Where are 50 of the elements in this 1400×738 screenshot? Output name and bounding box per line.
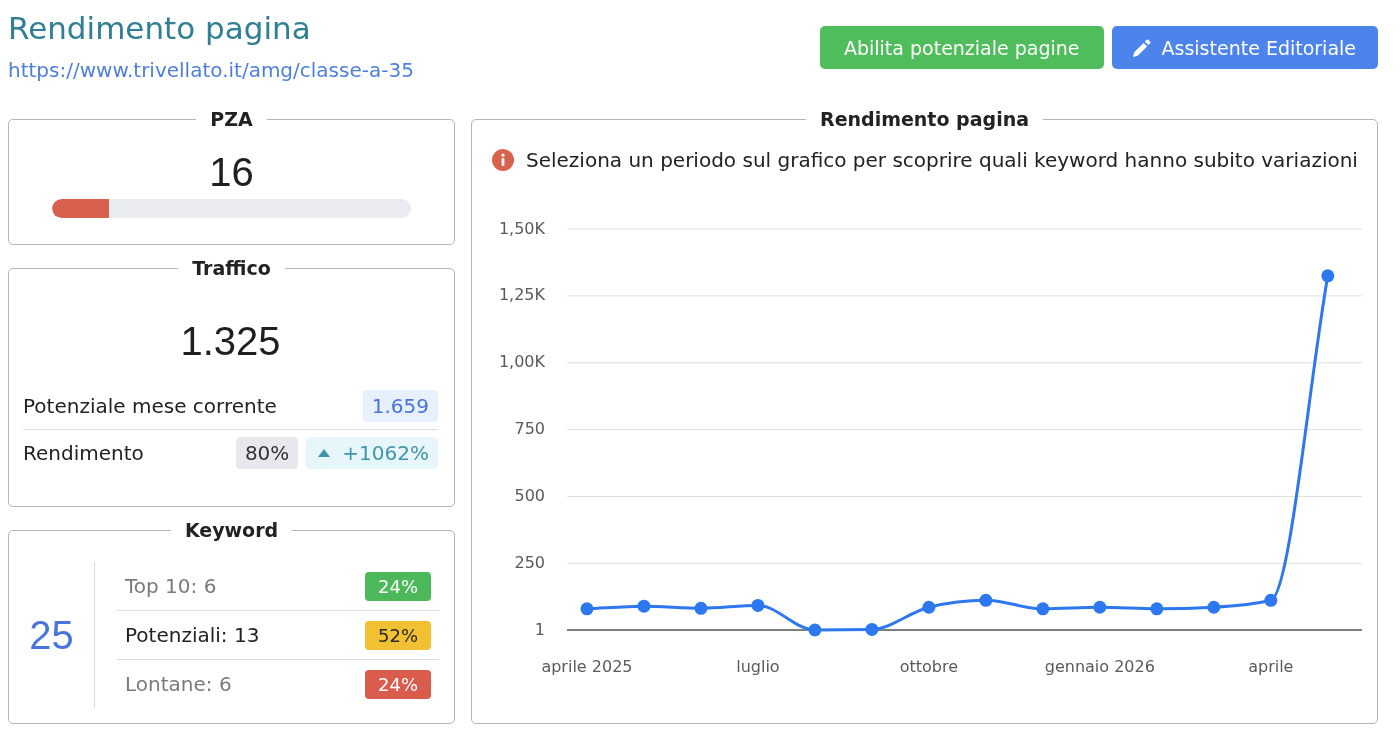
pza-score: 16 bbox=[209, 149, 254, 196]
metric-badge: 80% bbox=[235, 437, 299, 469]
data-point[interactable] bbox=[808, 623, 822, 637]
keyword-group-label: Top 10: 6 bbox=[125, 574, 217, 598]
panel-title: PZA bbox=[209, 108, 254, 130]
page-url-link[interactable]: https://www.trivellato.it/amg/classe-a-35 bbox=[8, 58, 414, 82]
metric-label: Rendimento bbox=[23, 441, 145, 465]
assistant-button[interactable]: Assistente Editoriale bbox=[1111, 26, 1378, 69]
data-point[interactable] bbox=[1093, 600, 1107, 614]
keyword-group-label: Lontane: 6 bbox=[125, 672, 232, 696]
x-axis-label: aprile 2025 bbox=[541, 656, 633, 676]
metric-label: Potenziale mese corrente bbox=[23, 394, 278, 418]
data-point[interactable] bbox=[694, 601, 708, 615]
share-badge: 24% bbox=[365, 669, 431, 699]
y-axis-label: 250 bbox=[514, 552, 545, 572]
data-point[interactable] bbox=[865, 622, 879, 636]
keyword-total: 25 bbox=[29, 612, 74, 658]
panel-title: Traffico bbox=[191, 257, 272, 279]
share-badge: 24% bbox=[365, 571, 431, 601]
data-point[interactable] bbox=[1207, 600, 1221, 614]
page-title: Rendimento pagina bbox=[8, 10, 311, 46]
metric-badge: 1.659 bbox=[362, 390, 438, 422]
data-point[interactable] bbox=[979, 593, 993, 607]
x-axis-label: ottobre bbox=[899, 656, 959, 676]
info-icon bbox=[492, 149, 514, 171]
notice-text: Seleziona un periodo sul grafico per scoprire quali keyword hanno subito variazioni bbox=[526, 148, 1358, 172]
metric-badge: +1062% bbox=[306, 437, 438, 469]
panel-title: Keyword bbox=[183, 519, 280, 541]
x-axis-label: luglio bbox=[736, 656, 780, 676]
y-axis-label: 750 bbox=[514, 419, 545, 439]
potential-button[interactable]: Abilita potenziale pagine bbox=[819, 26, 1104, 69]
data-point[interactable] bbox=[922, 600, 936, 614]
x-axis-label: gennaio 2026 bbox=[1044, 656, 1155, 676]
x-axis-label: aprile bbox=[1248, 656, 1294, 676]
y-axis-label: 1,50K bbox=[498, 218, 545, 238]
data-point[interactable] bbox=[1321, 269, 1335, 283]
keyword-group-label: Potenziali: 13 bbox=[125, 623, 260, 647]
y-axis-label: 500 bbox=[514, 486, 545, 505]
data-point[interactable] bbox=[1264, 593, 1278, 607]
pencil-icon bbox=[1131, 37, 1152, 58]
y-axis-label: 1 bbox=[534, 619, 545, 639]
data-point[interactable] bbox=[1036, 602, 1050, 616]
data-point[interactable] bbox=[637, 599, 651, 613]
data-point[interactable] bbox=[1150, 602, 1164, 616]
triangle-up-icon bbox=[318, 449, 331, 457]
data-point[interactable] bbox=[751, 598, 765, 612]
panel-title: Rendimento pagina bbox=[819, 108, 1030, 130]
share-badge: 52% bbox=[365, 620, 431, 650]
data-point[interactable] bbox=[580, 602, 594, 616]
traffic-value: 1.325 bbox=[179, 318, 282, 365]
